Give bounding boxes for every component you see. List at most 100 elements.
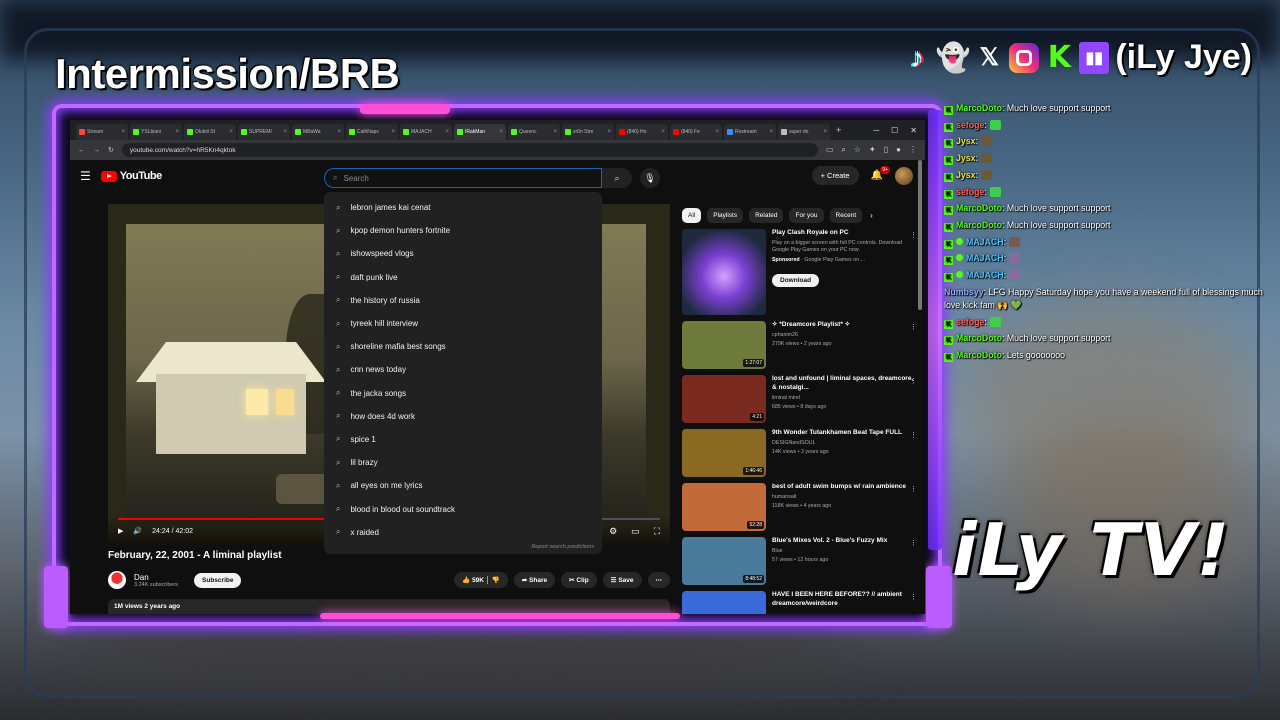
search-suggestion[interactable]: ⌕ tyreek hill interview bbox=[324, 312, 602, 335]
close-tab-icon[interactable]: × bbox=[121, 129, 125, 135]
recommended-video[interactable]: 4:21 lost and unfound | liminal spaces, d… bbox=[682, 375, 917, 423]
recommended-video[interactable]: 1:46:46 9th Wonder Tutankhamen Beat Tape … bbox=[682, 429, 917, 477]
sidebar-icon[interactable]: ▯ bbox=[884, 145, 888, 155]
search-suggestion[interactable]: ⌕ shoreline mafia best songs bbox=[324, 335, 602, 358]
browser-tab[interactable]: IRakMan × bbox=[454, 124, 506, 140]
browser-tab[interactable]: YSLbiani × bbox=[130, 124, 182, 140]
more-actions-icon[interactable]: ⋯ bbox=[647, 572, 670, 588]
browser-tab[interactable]: xr0n Stre × bbox=[562, 124, 614, 140]
maximize-icon[interactable]: ☐ bbox=[891, 126, 898, 135]
page-scrollbar[interactable] bbox=[918, 160, 922, 310]
more-options-icon[interactable]: ⋮ bbox=[910, 231, 917, 239]
close-tab-icon[interactable]: × bbox=[715, 129, 719, 135]
more-options-icon[interactable]: ⋮ bbox=[910, 323, 917, 331]
video-thumbnail[interactable]: 8:48:52 bbox=[682, 537, 766, 585]
theater-mode-icon[interactable]: ▭ bbox=[631, 526, 640, 537]
recommended-video[interactable]: 8:48:52 Blue's Mixes Vol. 2 - Blue's Fuzz… bbox=[682, 537, 917, 585]
close-tab-icon[interactable]: × bbox=[175, 129, 179, 135]
chevron-right-icon[interactable]: › bbox=[870, 211, 873, 220]
video-thumbnail[interactable] bbox=[682, 591, 766, 614]
search-button[interactable]: ⌕ bbox=[602, 168, 632, 188]
search-suggestion[interactable]: ⌕ spice 1 bbox=[324, 428, 602, 451]
search-suggestion[interactable]: ⌕ cnn news today bbox=[324, 358, 602, 381]
fullscreen-icon[interactable]: ⛶ bbox=[654, 526, 660, 537]
search-suggestion[interactable]: ⌕ kpop demon hunters fortnite bbox=[324, 219, 602, 242]
channel-avatar[interactable] bbox=[108, 571, 126, 589]
notifications-icon[interactable]: 🔔 9+ bbox=[871, 166, 890, 181]
filter-chip[interactable]: Playlists bbox=[707, 208, 744, 223]
url-field[interactable]: youtube.com/watch?v=hR5Kn4qktok bbox=[121, 143, 818, 157]
search-suggestion[interactable]: ⌕ the history of russia bbox=[324, 289, 602, 312]
account-avatar[interactable] bbox=[895, 166, 913, 185]
close-window-icon[interactable]: ✕ bbox=[910, 126, 917, 135]
recommended-video[interactable]: 1:27:07 ✧ *Dreamcore Playlist* ✧ cphanim26… bbox=[682, 321, 917, 369]
close-tab-icon[interactable]: × bbox=[391, 129, 395, 135]
more-options-icon[interactable]: ⋮ bbox=[910, 593, 917, 601]
recommended-video[interactable]: 52:28 best of adult swim bumps w/ rain am… bbox=[682, 483, 917, 531]
browser-tab[interactable]: Queenc × bbox=[508, 124, 560, 140]
play-icon[interactable]: ▶ bbox=[118, 527, 123, 535]
video-thumbnail[interactable]: 1:27:07 bbox=[682, 321, 766, 369]
more-options-icon[interactable]: ⋮ bbox=[910, 431, 917, 439]
close-tab-icon[interactable]: × bbox=[607, 129, 611, 135]
browser-menu-icon[interactable]: ⋮ bbox=[909, 145, 917, 155]
filter-chip[interactable]: All bbox=[682, 208, 702, 223]
search-suggestion[interactable]: ⌕ the jacka songs bbox=[324, 382, 602, 405]
reload-icon[interactable]: ↻ bbox=[108, 146, 114, 154]
more-options-icon[interactable]: ⋮ bbox=[910, 377, 917, 385]
search-suggestion[interactable]: ⌕ all eyes on me lyrics bbox=[324, 474, 602, 497]
close-tab-icon[interactable]: × bbox=[553, 129, 557, 135]
search-suggestion[interactable]: ⌕ lebron james kai cenat bbox=[324, 196, 602, 219]
browser-tab[interactable]: (840) Fe × bbox=[670, 124, 722, 140]
extensions-icon[interactable]: ✦ bbox=[869, 145, 876, 155]
zoom-icon[interactable]: ⌕ bbox=[841, 145, 845, 155]
forward-icon[interactable]: → bbox=[93, 147, 100, 154]
search-suggestion[interactable]: ⌕ blood in blood out soundtrack bbox=[324, 497, 602, 520]
profile-icon[interactable]: ● bbox=[896, 145, 901, 155]
close-tab-icon[interactable]: × bbox=[661, 129, 665, 135]
search-suggestion[interactable]: ⌕ daft punk live bbox=[324, 266, 602, 289]
search-input[interactable]: ⌕ Search bbox=[324, 168, 602, 188]
video-thumbnail[interactable]: 52:28 bbox=[682, 483, 766, 531]
bookmark-icon[interactable]: ☆ bbox=[854, 145, 861, 155]
browser-tab[interactable]: (840) Ho × bbox=[616, 124, 668, 140]
subscribe-button[interactable]: Subscribe bbox=[194, 572, 242, 588]
video-thumbnail[interactable]: 4:21 bbox=[682, 375, 766, 423]
more-options-icon[interactable]: ⋮ bbox=[910, 539, 917, 547]
channel-name[interactable]: Dan bbox=[134, 573, 178, 582]
filter-chip[interactable]: Recent bbox=[829, 208, 863, 223]
download-button[interactable]: Download bbox=[772, 273, 820, 287]
close-tab-icon[interactable]: × bbox=[283, 129, 287, 135]
save-button[interactable]: ☰ Save bbox=[602, 572, 642, 588]
filter-chip[interactable]: For you bbox=[789, 208, 824, 223]
clip-button[interactable]: ✂ Clip bbox=[561, 572, 597, 588]
browser-tab[interactable]: MAJACH × bbox=[400, 124, 452, 140]
close-tab-icon[interactable]: × bbox=[823, 129, 827, 135]
recommended-video[interactable]: HAVE I BEEN HERE BEFORE?? // ambient dre… bbox=[682, 591, 917, 614]
browser-tab[interactable]: Stream × bbox=[76, 124, 128, 140]
share-button[interactable]: ➦ Share bbox=[513, 572, 556, 588]
close-tab-icon[interactable]: × bbox=[337, 129, 341, 135]
sponsored-ad[interactable]: Play Clash Royale on PC Play on a bigger… bbox=[682, 229, 917, 315]
create-button[interactable]: + Create bbox=[811, 166, 859, 185]
youtube-logo[interactable]: YouTube bbox=[100, 170, 162, 182]
close-tab-icon[interactable]: × bbox=[229, 129, 233, 135]
browser-tab[interactable]: Restream × bbox=[724, 124, 776, 140]
volume-icon[interactable]: 🔊 bbox=[133, 527, 142, 535]
more-options-icon[interactable]: ⋮ bbox=[910, 485, 917, 493]
browser-tab[interactable]: MillaWa × bbox=[292, 124, 344, 140]
search-suggestion[interactable]: ⌕ x raided bbox=[324, 521, 602, 544]
video-thumbnail[interactable]: 1:46:46 bbox=[682, 429, 766, 477]
browser-tab[interactable]: Olubiii St × bbox=[184, 124, 236, 140]
hamburger-menu-icon[interactable]: ☰ bbox=[80, 169, 91, 183]
cast-icon[interactable]: ▭ bbox=[826, 145, 834, 155]
back-icon[interactable]: ← bbox=[78, 147, 85, 154]
filter-chip[interactable]: Related bbox=[749, 208, 784, 223]
browser-tab[interactable]: super do × bbox=[778, 124, 830, 140]
voice-search-icon[interactable]: 🎙 bbox=[640, 168, 660, 188]
minimize-icon[interactable]: ─ bbox=[873, 126, 879, 135]
close-tab-icon[interactable]: × bbox=[499, 129, 503, 135]
search-suggestion[interactable]: ⌕ lil brazy bbox=[324, 451, 602, 474]
settings-icon[interactable]: ⚙ bbox=[609, 526, 617, 537]
search-suggestion[interactable]: ⌕ ishowspeed vlogs bbox=[324, 242, 602, 265]
